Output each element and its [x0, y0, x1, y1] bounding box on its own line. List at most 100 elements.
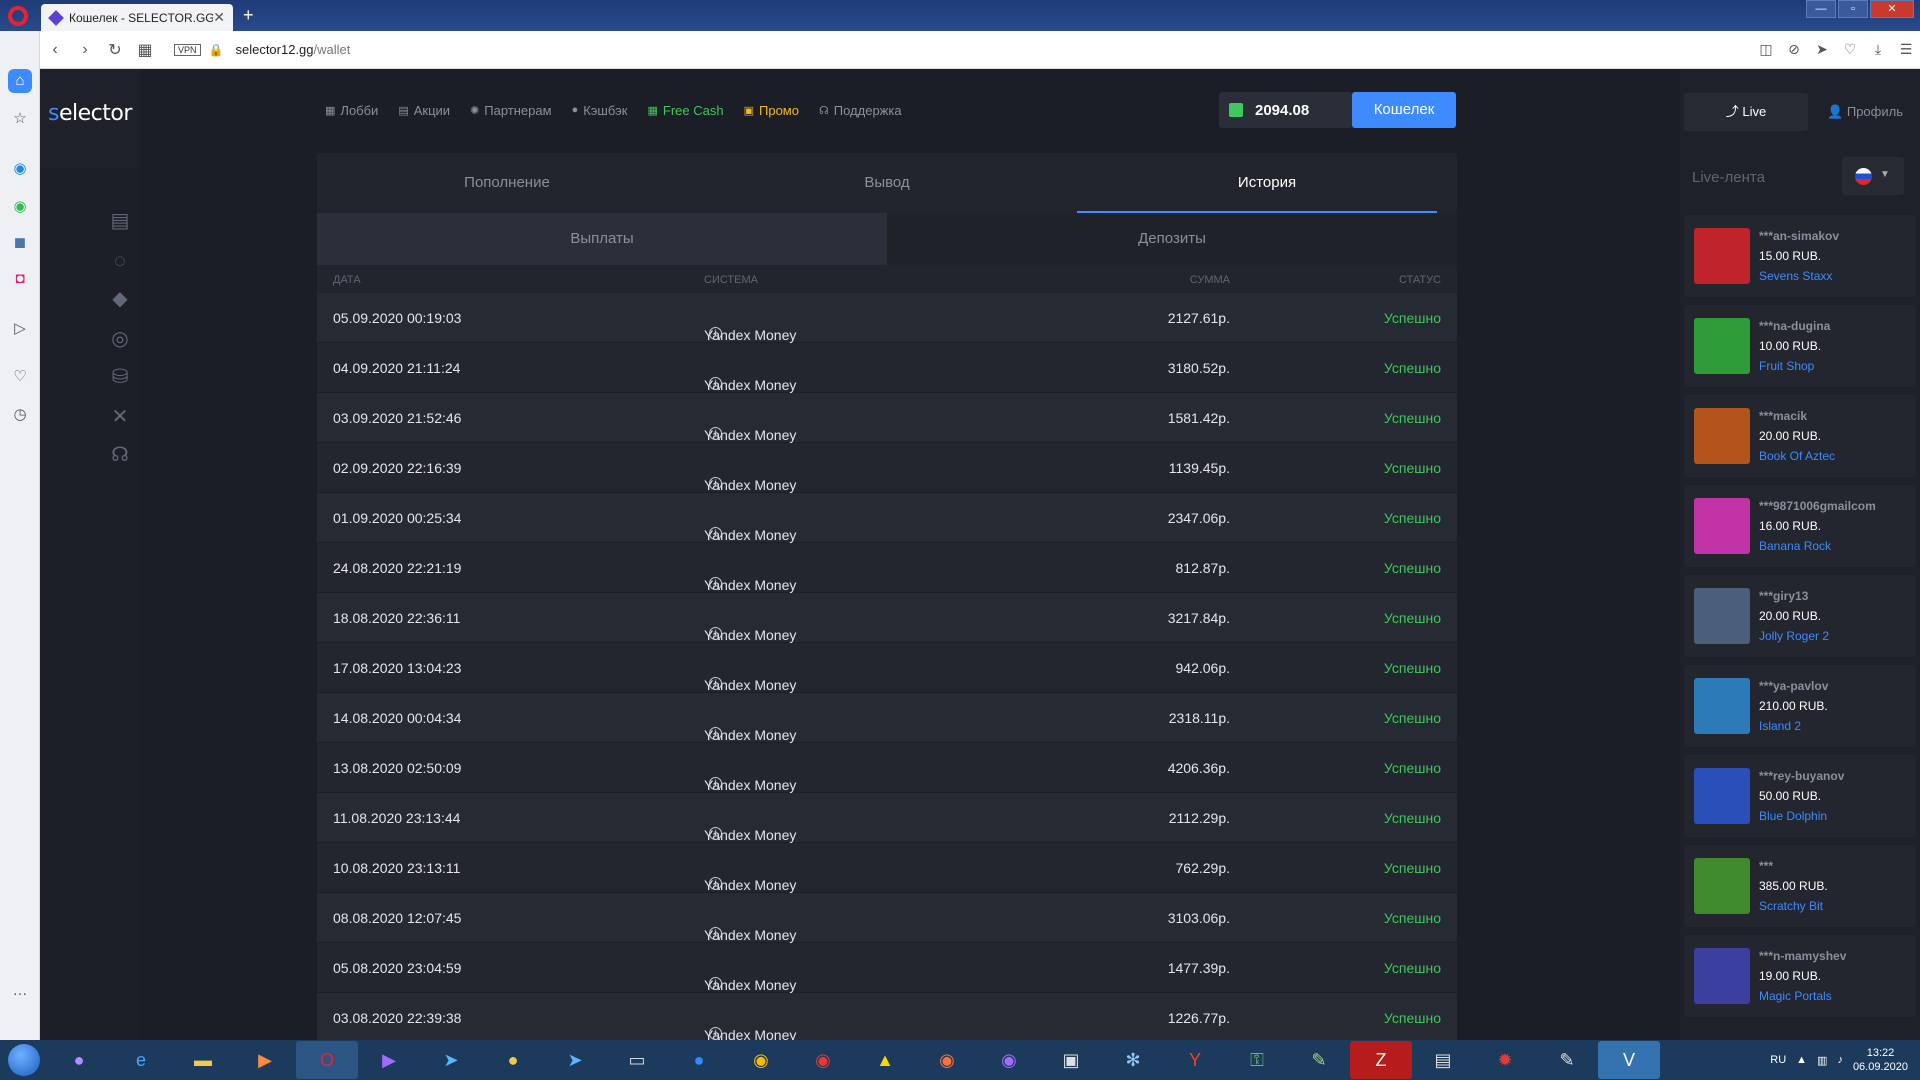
info-icon[interactable]: i — [709, 927, 722, 940]
coins-icon[interactable]: ⛁ — [106, 365, 134, 389]
telegram-icon[interactable]: ➤ — [420, 1041, 482, 1079]
subtab-payouts[interactable]: Выплаты — [317, 213, 887, 265]
feed-game-link[interactable]: Sevens Staxx — [1759, 269, 1832, 283]
visual-studio-icon[interactable]: ▶ — [358, 1041, 420, 1079]
browser-tab-wallet[interactable]: Кошелек - SELECTOR.GG ✕ — [41, 4, 233, 31]
info-icon[interactable]: i — [709, 327, 722, 340]
alice-icon[interactable]: ● — [48, 1041, 110, 1079]
save-disk-icon[interactable]: ▣ — [1040, 1041, 1102, 1079]
feed-game-link[interactable]: Island 2 — [1759, 719, 1801, 733]
star-icon[interactable]: ☆ — [8, 107, 32, 131]
language-indicator[interactable]: RU — [1770, 1054, 1786, 1066]
tab-history[interactable]: История — [1077, 153, 1457, 213]
info-icon[interactable]: i — [709, 1027, 722, 1040]
language-selector[interactable]: ▼ — [1842, 157, 1904, 195]
table-games-icon[interactable]: ◆ — [106, 287, 134, 311]
tor-icon[interactable]: ◉ — [978, 1041, 1040, 1079]
nav-free-cash[interactable]: ▦ Free Cash — [647, 103, 723, 118]
volume-icon[interactable]: ♪ — [1837, 1054, 1843, 1066]
tray-expand-icon[interactable]: ▲ — [1796, 1054, 1807, 1066]
instagram-icon[interactable]: ◘ — [8, 267, 32, 291]
vpn-badge[interactable]: VPN — [174, 43, 201, 56]
info-icon[interactable]: i — [709, 777, 722, 790]
profile-button[interactable]: 👤 Профиль — [1815, 93, 1915, 131]
live-feed-item[interactable]: ***macik 20.00 RUB. Book Of Aztec — [1684, 395, 1916, 477]
forward-icon[interactable]: › — [70, 41, 100, 59]
game-thumbnail[interactable] — [1694, 948, 1750, 1004]
info-icon[interactable]: i — [709, 527, 722, 540]
adblock-icon[interactable]: ⊘ — [1780, 41, 1808, 58]
telegram2-icon[interactable]: ➤ — [544, 1041, 606, 1079]
messenger-icon[interactable]: ◉ — [8, 157, 32, 181]
download-icon[interactable]: ⤓ — [1864, 41, 1892, 58]
info-icon[interactable]: i — [709, 977, 722, 990]
site-logo[interactable]: selector — [48, 101, 132, 126]
minimize-button[interactable]: — — [1806, 0, 1836, 18]
reload-icon[interactable]: ↻ — [100, 40, 130, 60]
game-thumbnail[interactable] — [1694, 228, 1750, 284]
clock[interactable]: 13:22 06.09.2020 — [1853, 1046, 1908, 1074]
feed-game-link[interactable]: Blue Dolphin — [1759, 809, 1827, 823]
home-icon[interactable]: ⌂ — [8, 69, 32, 93]
chrome-icon[interactable]: ◉ — [730, 1041, 792, 1079]
wallet-button[interactable]: Кошелек — [1352, 92, 1456, 128]
window-app-icon[interactable]: ▤ — [1412, 1041, 1474, 1079]
swords-icon[interactable]: ✕ — [106, 405, 134, 429]
explorer-icon[interactable]: ▬ — [172, 1041, 234, 1079]
notepadpp-icon[interactable]: ✎ — [1288, 1041, 1350, 1079]
nav-lobby[interactable]: ▦ Лобби — [325, 103, 378, 118]
live-feed-item[interactable]: ***an-simakov 15.00 RUB. Sevens Staxx — [1684, 215, 1916, 297]
info-icon[interactable]: i — [709, 877, 722, 890]
live-feed-item[interactable]: ***rey-buyanov 50.00 RUB. Blue Dolphin — [1684, 755, 1916, 837]
live-casino-icon[interactable]: ◌ — [106, 249, 134, 273]
network-icon[interactable]: ▥ — [1817, 1054, 1827, 1067]
snapshot-icon[interactable]: ◫ — [1752, 41, 1780, 58]
easy-setup-icon[interactable]: ☰ — [1892, 41, 1920, 58]
new-tab-button[interactable]: + — [243, 5, 254, 26]
recorder-icon[interactable]: ◉ — [792, 1041, 854, 1079]
start-button[interactable] — [0, 1040, 48, 1080]
live-feed-item[interactable]: ***ya-pavlov 210.00 RUB. Island 2 — [1684, 665, 1916, 747]
feed-game-link[interactable]: Scratchy Bit — [1759, 899, 1823, 913]
send-icon[interactable]: ➤ — [1808, 41, 1836, 58]
info-icon[interactable]: i — [709, 577, 722, 590]
info-icon[interactable]: i — [709, 477, 722, 490]
support-icon[interactable]: ☊ — [106, 443, 134, 467]
live-feed-item[interactable]: ***n-mamyshev 19.00 RUB. Magic Portals — [1684, 935, 1916, 1017]
opera-taskbar-icon[interactable]: O — [296, 1041, 358, 1079]
key-app-icon[interactable]: ⚿ — [1226, 1041, 1288, 1079]
nav-promotions[interactable]: ▤ Акции — [398, 103, 450, 118]
balance-display[interactable]: 2094.08 — [1219, 92, 1352, 128]
warning-app-icon[interactable]: ▲ — [854, 1041, 916, 1079]
notepad-icon[interactable]: ▭ — [606, 1041, 668, 1079]
editor-icon[interactable]: ✎ — [1536, 1041, 1598, 1079]
info-icon[interactable]: i — [709, 377, 722, 390]
game-thumbnail[interactable] — [1694, 678, 1750, 734]
live-feed-item[interactable]: ***giry13 20.00 RUB. Jolly Roger 2 — [1684, 575, 1916, 657]
game-thumbnail[interactable] — [1694, 408, 1750, 464]
notes-icon[interactable]: ● — [482, 1041, 544, 1079]
live-feed-item[interactable]: ***na-dugina 10.00 RUB. Fruit Shop — [1684, 305, 1916, 387]
live-feed-item[interactable]: ***9871006gmailcom 16.00 RUB. Banana Rock — [1684, 485, 1916, 567]
history-clock-icon[interactable]: ◷ — [8, 403, 32, 427]
subtab-deposits[interactable]: Депозиты — [887, 213, 1457, 265]
opera-menu-icon[interactable] — [8, 6, 28, 26]
live-feed-item[interactable]: *** 385.00 RUB. Scratchy Bit — [1684, 845, 1916, 927]
network-app-icon[interactable]: ✻ — [1102, 1041, 1164, 1079]
player-icon[interactable]: ▷ — [8, 317, 32, 341]
nav-cashback[interactable]: ● Кэшбэк — [572, 103, 628, 118]
media-player-icon[interactable]: ▶ — [234, 1041, 296, 1079]
url-field[interactable]: selector12.gg/wallet — [235, 42, 1752, 57]
close-window-button[interactable]: ✕ — [1870, 0, 1914, 18]
nav-promo[interactable]: ▣ Промо — [744, 103, 799, 118]
feed-game-link[interactable]: Jolly Roger 2 — [1759, 629, 1829, 643]
game-thumbnail[interactable] — [1694, 858, 1750, 914]
info-icon[interactable]: i — [709, 677, 722, 690]
tab-withdraw[interactable]: Вывод — [697, 153, 1077, 213]
feed-game-link[interactable]: Book Of Aztec — [1759, 449, 1835, 463]
ie-icon[interactable]: e — [110, 1041, 172, 1079]
maximize-button[interactable]: ▫ — [1838, 0, 1868, 18]
slots-icon[interactable]: ▤ — [106, 209, 134, 233]
game-thumbnail[interactable] — [1694, 318, 1750, 374]
antivirus-icon[interactable]: ✹ — [1474, 1041, 1536, 1079]
